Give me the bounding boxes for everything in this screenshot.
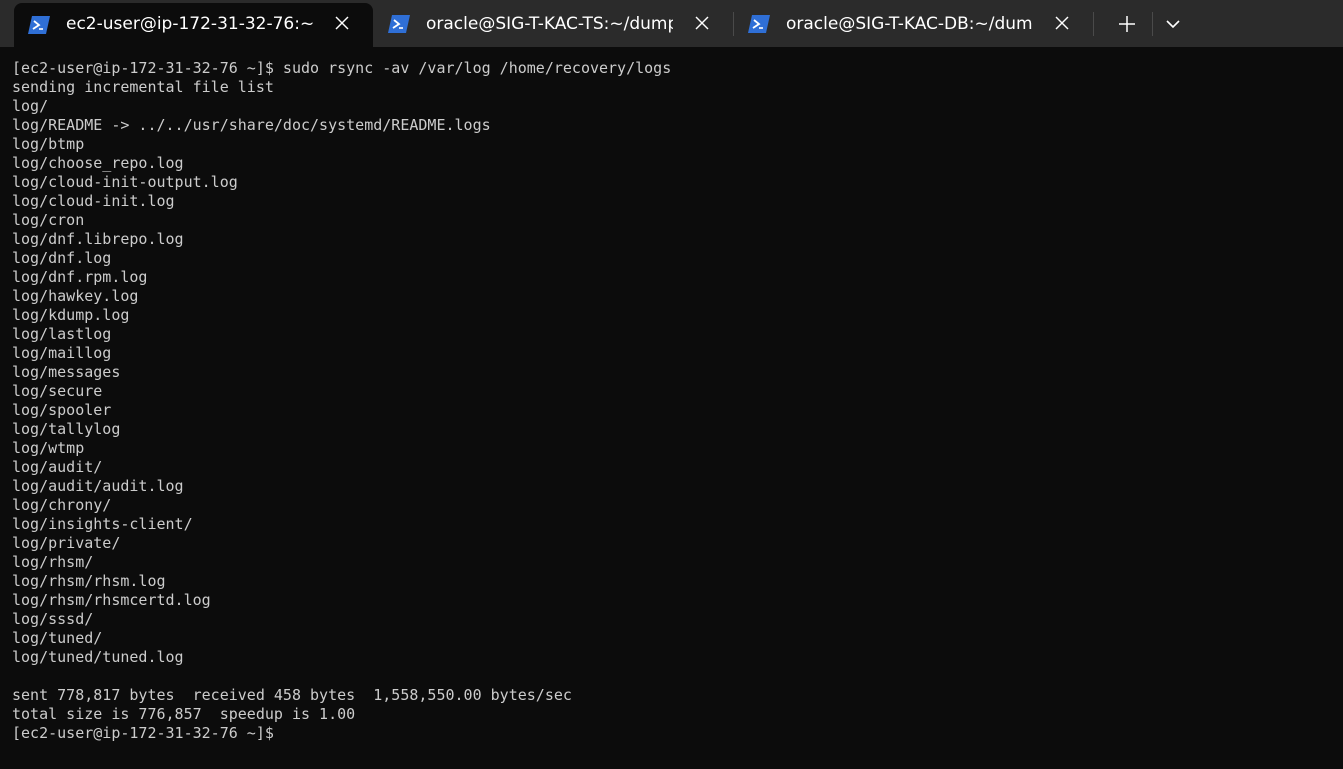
terminal-line: log/tallylog	[12, 420, 121, 438]
tab-separator	[1093, 12, 1094, 36]
terminal-line: total size is 776,857 speedup is 1.00	[12, 705, 356, 723]
terminal-line: log/audit/audit.log	[12, 477, 184, 495]
terminal-line: log/kdump.log	[12, 306, 130, 324]
terminal-line: log/	[12, 97, 49, 115]
tab-oracle-ts[interactable]: oracle@SIG-T-KAC-TS:~/dump	[374, 0, 732, 47]
tab-separator	[1152, 12, 1153, 36]
terminal-line: log/spooler	[12, 401, 112, 419]
powershell-icon	[748, 15, 770, 33]
terminal-line: sent 778,817 bytes received 458 bytes 1,…	[12, 686, 572, 704]
terminal-line: log/rhsm/	[12, 553, 94, 571]
tab-bar: ec2-user@ip-172-31-32-76:~ oracle@SIG-T-…	[0, 0, 1343, 47]
powershell-icon	[388, 15, 410, 33]
terminal-line: log/secure	[12, 382, 103, 400]
terminal-line: log/lastlog	[12, 325, 112, 343]
terminal-line: log/messages	[12, 363, 121, 381]
terminal-line: log/sssd/	[12, 610, 94, 628]
chevron-down-icon[interactable]	[1159, 10, 1187, 38]
tab-oracle-db[interactable]: oracle@SIG-T-KAC-DB:~/dump	[734, 0, 1092, 47]
terminal-line: log/README -> ../../usr/share/doc/system…	[12, 116, 491, 134]
terminal-line: log/maillog	[12, 344, 112, 362]
plus-icon[interactable]	[1113, 10, 1141, 38]
terminal-line: log/rhsm/rhsmcertd.log	[12, 591, 211, 609]
terminal-line: log/btmp	[12, 135, 85, 153]
terminal-line: log/tuned/tuned.log	[12, 648, 184, 666]
tab-title: oracle@SIG-T-KAC-TS:~/dump	[426, 14, 673, 34]
terminal-output[interactable]: [ec2-user@ip-172-31-32-76 ~]$ sudo rsync…	[12, 59, 1332, 759]
terminal-line: log/wtmp	[12, 439, 85, 457]
terminal-line: [ec2-user@ip-172-31-32-76 ~]$ sudo rsync…	[12, 59, 672, 77]
terminal-line: log/cron	[12, 211, 85, 229]
terminal-line: log/audit/	[12, 458, 103, 476]
terminal-line: log/dnf.log	[12, 249, 112, 267]
terminal-line: log/chrony/	[12, 496, 112, 514]
terminal-line: log/dnf.librepo.log	[12, 230, 184, 248]
tab-ec2-user[interactable]: ec2-user@ip-172-31-32-76:~	[14, 3, 373, 47]
terminal-line: log/dnf.rpm.log	[12, 268, 148, 286]
powershell-icon	[28, 16, 50, 34]
close-icon[interactable]	[694, 15, 710, 31]
terminal-line: log/insights-client/	[12, 515, 193, 533]
terminal-line: log/cloud-init.log	[12, 192, 175, 210]
terminal-line: [ec2-user@ip-172-31-32-76 ~]$	[12, 724, 274, 742]
close-icon[interactable]	[1054, 15, 1070, 31]
terminal-line: sending incremental file list	[12, 78, 274, 96]
terminal-line: log/tuned/	[12, 629, 103, 647]
close-icon[interactable]	[334, 15, 350, 31]
tab-title: ec2-user@ip-172-31-32-76:~	[66, 14, 315, 34]
terminal-line: log/rhsm/rhsm.log	[12, 572, 166, 590]
tab-title: oracle@SIG-T-KAC-DB:~/dump	[786, 14, 1033, 34]
terminal-line: log/choose_repo.log	[12, 154, 184, 172]
terminal-line: log/hawkey.log	[12, 287, 139, 305]
terminal-line: log/cloud-init-output.log	[12, 173, 238, 191]
terminal-line: log/private/	[12, 534, 121, 552]
